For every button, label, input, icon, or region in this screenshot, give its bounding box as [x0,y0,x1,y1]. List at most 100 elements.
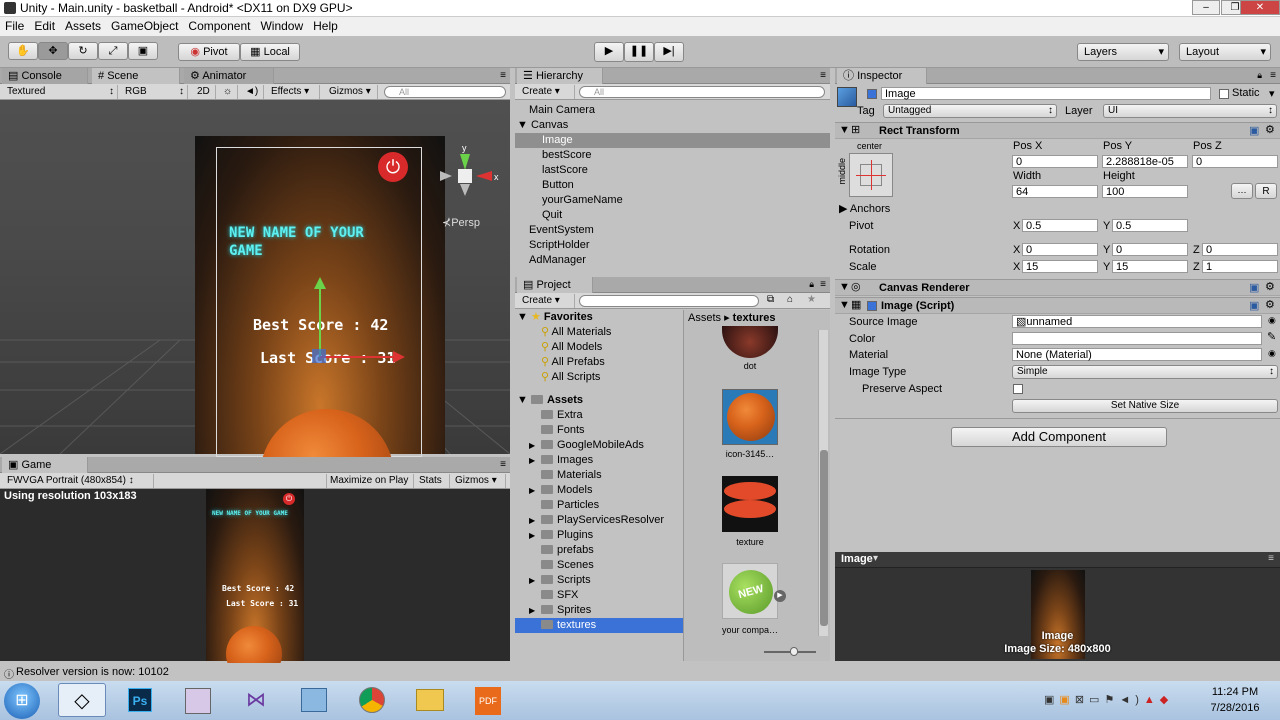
tag-dropdown[interactable]: Untagged ↕ [883,104,1057,118]
asset-thumb-dot[interactable] [722,326,778,358]
taskbar-chrome[interactable] [348,683,396,717]
layers-dropdown[interactable]: Layers ▾ [1077,43,1169,61]
taskbar-app-avatar[interactable] [174,683,222,717]
scene-search-input[interactable]: All [384,86,506,98]
taskbar-unity[interactable]: ◇ [58,683,106,717]
orientation-gizmo[interactable]: y x [436,140,506,210]
effects-dropdown[interactable]: Effects ▾ [268,85,320,99]
expand-arrow-icon[interactable]: ▶ [529,603,541,618]
taskbar-photoshop[interactable]: Ps [116,683,164,717]
scene-viewport[interactable]: ⏻ NEW NAME OF YOUR GAME Best Score : 42 … [0,100,510,543]
hierarchy-item[interactable]: Main Camera [515,103,830,118]
expand-arrow-icon[interactable]: ▶ [529,453,541,468]
gear-icon[interactable]: ⚙ [1265,298,1275,311]
rotation-y-field[interactable]: 0 [1112,243,1188,256]
image-type-dropdown[interactable]: Simple ↕ [1012,365,1278,379]
pause-button[interactable]: ❚❚ [624,42,654,62]
project-create-dropdown[interactable]: Create ▾ [519,294,575,308]
rect-tool-button[interactable]: ▣ [128,42,158,60]
menu-help[interactable]: Help [308,17,343,35]
clock-time[interactable]: 11:24 PM [1200,686,1270,698]
asset-folder-item[interactable]: ▶ Plugins [515,528,683,543]
close-button[interactable]: ✕ [1240,0,1280,15]
menu-window[interactable]: Window [255,17,308,35]
lock-icon[interactable]: 🔒︎ [1257,70,1262,81]
asset-folder-item[interactable]: Materials [515,468,683,483]
move-gizmo[interactable] [290,275,410,375]
hand-tool-button[interactable]: ✋ [8,42,38,60]
pos-y-field[interactable]: 2.288818e-05 [1102,155,1188,168]
preserve-aspect-checkbox[interactable] [1013,384,1023,394]
pivot-toggle[interactable]: ◉ Pivot [178,43,240,61]
gizmos-dropdown[interactable]: Gizmos ▾ [326,85,378,99]
asset-folder-item[interactable]: Fonts [515,423,683,438]
expand-arrow-icon[interactable]: ▶ [529,513,541,528]
anchors-foldout[interactable]: ▶ Anchors [839,202,890,215]
lighting-toggle[interactable]: ☼ [220,85,238,99]
help-icon[interactable]: ▣ [1249,299,1259,312]
scale-tool-button[interactable]: ⤢ [98,42,128,60]
favorite-item[interactable]: ⚲ All Prefabs [515,355,683,370]
menu-assets[interactable]: Assets [60,17,106,35]
lock-icon[interactable]: 🔒︎ [809,279,814,290]
material-field[interactable]: None (Material) [1012,348,1262,361]
image-script-header[interactable]: ▼ ▦ Image (Script) ▣ ⚙ [835,297,1280,314]
taskbar-explorer[interactable] [406,683,454,717]
hierarchy-item[interactable]: lastScore [515,163,830,178]
local-toggle[interactable]: ▦ Local [240,43,300,61]
asset-folder-item[interactable]: ▶ Models [515,483,683,498]
taskbar-visual-studio[interactable]: ⋈ [232,683,280,717]
asset-folder-item[interactable]: ▶ Sprites [515,603,683,618]
asset-folder-item[interactable]: ▶ Scripts [515,573,683,588]
star-icon[interactable]: ★ [807,294,816,305]
image-enabled-checkbox[interactable] [867,301,877,311]
color-field[interactable] [1012,332,1262,345]
menu-gameobject[interactable]: GameObject [106,17,183,35]
add-component-button[interactable]: Add Component [951,427,1167,447]
hierarchy-item[interactable]: ▼ Canvas [515,118,830,133]
asset-folder-item[interactable]: Particles [515,498,683,513]
hierarchy-item[interactable]: bestScore [515,148,830,163]
favorites-header[interactable]: ▼ ★ Favorites [515,310,683,325]
scale-x-field[interactable]: 15 [1022,260,1098,273]
asset-folder-item[interactable]: textures [515,618,683,633]
tab-inspector[interactable]: ⓘ Inspector [837,68,927,84]
tab-game[interactable]: ▣ Game [2,457,88,473]
preview-header[interactable]: Image ▾ ≡ [835,552,1280,568]
render-mode-dropdown[interactable]: RGB ↕ [122,85,188,99]
rotation-x-field[interactable]: 0 [1022,243,1098,256]
stats-toggle[interactable]: Stats [416,474,450,488]
object-name-field[interactable]: Image [881,87,1211,100]
pivot-x-field[interactable]: 0.5 [1022,219,1098,232]
expand-arrow-icon[interactable]: ▶ [529,438,541,453]
asset-folder-item[interactable]: prefabs [515,543,683,558]
raw-edit-button[interactable]: R [1255,183,1277,199]
assets-header[interactable]: ▼ Assets [515,393,683,408]
menu-file[interactable]: File [0,17,29,35]
object-picker-icon[interactable]: ◉ [1268,348,1276,359]
gear-icon[interactable]: ⚙ [1265,280,1275,293]
toggle-2d[interactable]: 2D [194,85,216,99]
asset-folder-item[interactable]: ▶ Images [515,453,683,468]
panel-menu-icon[interactable]: ≡ [500,459,506,470]
rotation-z-field[interactable]: 0 [1202,243,1278,256]
persp-label[interactable]: ⊀Persp [442,216,480,229]
game-viewport[interactable]: Using resolution 103x183 ⏻ NEW NAME OF Y… [0,489,510,682]
rotate-tool-button[interactable]: ↻ [68,42,98,60]
slider-handle[interactable] [790,647,798,656]
asset-thumb-icon[interactable] [722,389,778,445]
taskbar-app-window[interactable] [290,683,338,717]
hierarchy-create-dropdown[interactable]: Create ▾ [519,85,575,99]
minimize-button[interactable]: – [1192,0,1220,15]
favorite-item[interactable]: ⚲ All Models [515,340,683,355]
anchor-presets-button[interactable] [849,153,893,197]
scrollbar-thumb[interactable] [820,450,828,626]
eyedropper-icon[interactable]: ✎ [1267,330,1276,343]
asset-folder-item[interactable]: Extra [515,408,683,423]
system-tray[interactable]: ▣▣⊠▭⚑◄)▲◆ [1044,693,1173,706]
blueprint-mode-button[interactable]: ⋯ [1231,183,1253,199]
clock-date[interactable]: 7/28/2016 [1200,702,1270,714]
asset-grid-scrollbar[interactable] [818,330,828,636]
maximize-on-play-toggle[interactable]: Maximize on Play [326,474,414,488]
active-checkbox[interactable] [867,89,877,99]
